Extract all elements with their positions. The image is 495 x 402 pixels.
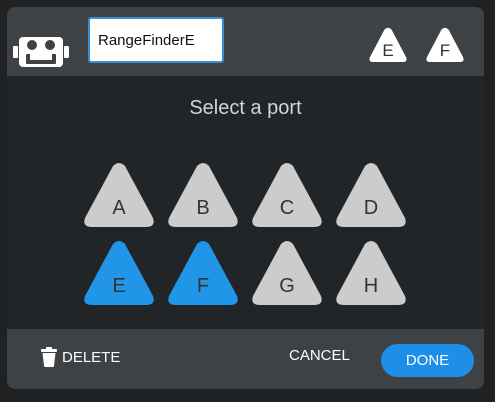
delete-button[interactable]: DELETE	[40, 343, 120, 371]
port-g-button[interactable]: G	[251, 240, 323, 306]
robot-sensor-icon	[13, 37, 69, 67]
dialog-footer: DELETE CANCEL DONE	[7, 329, 484, 389]
port-c-label: C	[280, 197, 294, 219]
port-b-label: B	[196, 197, 209, 219]
device-name-input[interactable]	[88, 17, 224, 63]
dialog-header: E F	[7, 7, 484, 76]
port-h-label: H	[364, 275, 378, 297]
cancel-button[interactable]: CANCEL	[289, 347, 350, 364]
port-g-label: G	[279, 275, 295, 297]
port-d-button[interactable]: D	[335, 162, 407, 228]
port-c-button[interactable]: C	[251, 162, 323, 228]
port-b-button[interactable]: B	[167, 162, 239, 228]
assigned-port-e-label: E	[382, 41, 393, 60]
port-f-label: F	[197, 275, 209, 297]
port-d-label: D	[364, 197, 378, 219]
port-select-dialog: E F Select a port A B C D E F G H DELETE CANCEL…	[7, 7, 484, 389]
done-button[interactable]: DONE	[381, 344, 474, 377]
trash-icon	[41, 347, 57, 367]
assigned-port-f-label: F	[440, 41, 450, 60]
delete-label: DELETE	[62, 348, 121, 366]
port-a-button[interactable]: A	[83, 162, 155, 228]
port-f-button[interactable]: F	[167, 240, 239, 306]
port-e-button[interactable]: E	[83, 240, 155, 306]
assigned-port-f-icon: F	[426, 27, 464, 62]
port-e-label: E	[112, 275, 125, 297]
port-h-button[interactable]: H	[335, 240, 407, 306]
port-a-label: A	[112, 197, 126, 219]
dialog-title: Select a port	[189, 97, 302, 119]
assigned-port-e-icon: E	[369, 27, 407, 62]
